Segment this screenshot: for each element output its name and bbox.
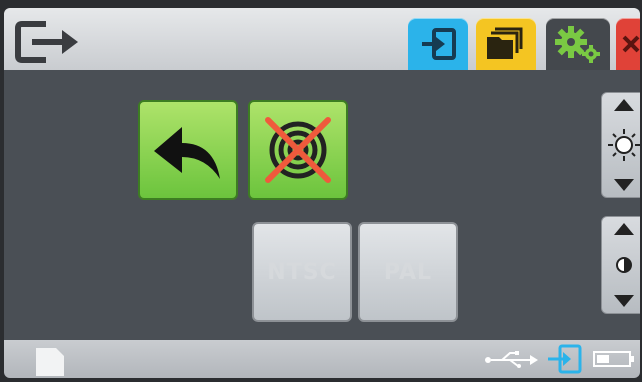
folder-icon: [487, 27, 523, 59]
close-button[interactable]: [616, 18, 640, 70]
brightness-up-arrow[interactable]: [614, 99, 634, 111]
battery-icon: [593, 351, 634, 367]
input-status-icon: [548, 344, 582, 374]
contrast-icon: [616, 257, 632, 273]
input-icon: [422, 28, 456, 60]
file-icon: [36, 348, 64, 376]
usb-icon: [485, 351, 538, 368]
brightness-control: [601, 92, 640, 198]
top-toolbar: [4, 8, 640, 70]
pal-button[interactable]: PAL: [358, 222, 458, 322]
device-screen: NTSC PAL: [4, 8, 640, 378]
tab-settings[interactable]: [546, 18, 610, 70]
contrast-up-arrow[interactable]: [614, 223, 634, 235]
exit-icon: [15, 21, 78, 63]
tab-input[interactable]: [408, 18, 468, 70]
ntsc-button[interactable]: NTSC: [252, 222, 352, 322]
tab-files[interactable]: [476, 18, 536, 70]
ntsc-label: NTSC: [267, 259, 337, 285]
back-arrow-icon: [154, 127, 220, 179]
exit-button[interactable]: [12, 16, 92, 66]
back-button[interactable]: [138, 100, 238, 200]
signal-toggle-button[interactable]: [248, 100, 348, 200]
close-icon: [622, 35, 640, 53]
contrast-control: [601, 216, 640, 314]
signal-off-icon: [265, 117, 331, 183]
contrast-down-arrow[interactable]: [614, 295, 634, 307]
settings-panel: NTSC PAL: [4, 70, 640, 340]
pal-label: PAL: [383, 259, 433, 285]
gear-icon: [555, 26, 600, 63]
status-bar: [4, 340, 640, 378]
brightness-down-arrow[interactable]: [614, 179, 634, 191]
sun-icon: [608, 129, 640, 161]
